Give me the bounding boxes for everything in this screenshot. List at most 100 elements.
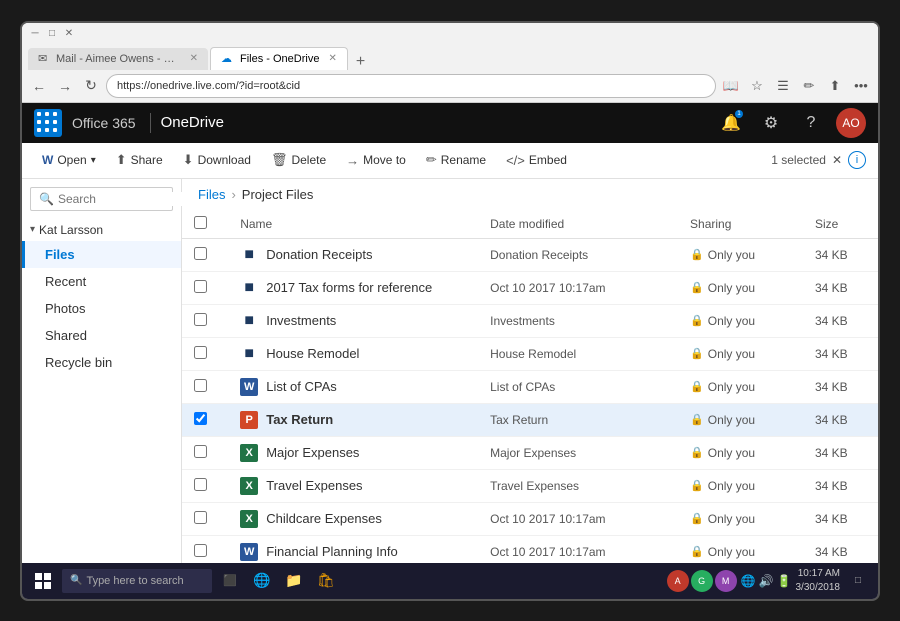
table-row[interactable]: ■ 2017 Tax forms for reference Oct 10 20… [182, 271, 878, 304]
row-date-cell: Oct 10 2017 10:17am [478, 502, 678, 535]
download-button[interactable]: ⬇ Download [175, 148, 259, 172]
sharing-text: Only you [708, 479, 755, 493]
forward-button[interactable]: → [54, 75, 76, 97]
open-button[interactable]: W Open ▾ [34, 149, 104, 171]
row-checkbox[interactable] [194, 280, 207, 293]
table-row[interactable]: ■ House Remodel House Remodel 🔒 Only you… [182, 337, 878, 370]
row-checkbox[interactable] [194, 511, 207, 524]
breadcrumb-current: Project Files [242, 187, 314, 202]
table-row[interactable]: X Major Expenses Major Expenses 🔒 Only y… [182, 436, 878, 469]
info-button[interactable]: i [848, 151, 866, 169]
sharing-text: Only you [708, 512, 755, 526]
sidebar-item-files[interactable]: Files [22, 241, 181, 268]
row-checkbox[interactable] [194, 346, 207, 359]
sidebar: 🔍 ▾ Kat Larsson Files Recent Photos Sh [22, 179, 182, 563]
browser-tab-onedrive[interactable]: ☁ Files - OneDrive ✕ [210, 47, 348, 70]
store-icon[interactable]: 🛍 [312, 567, 340, 595]
notes-button[interactable]: ✏ [798, 75, 820, 97]
app-launcher-button[interactable] [34, 109, 62, 137]
toolbar: W Open ▾ ⬆ Share ⬇ Download 🗑 Delete → M… [22, 143, 878, 179]
folder-icon[interactable]: 📁 [280, 567, 308, 595]
maximize-button[interactable]: □ [45, 27, 59, 41]
lock-icon: 🔒 [690, 479, 704, 492]
selected-info: 1 selected ✕ i [771, 151, 866, 169]
taskbar-clock: 10:17 AM 3/30/2018 [796, 567, 841, 595]
table-row[interactable]: ■ Investments Investments 🔒 Only you 34 … [182, 304, 878, 337]
reading-view-button[interactable]: 📖 [720, 75, 742, 97]
row-checkbox[interactable] [194, 478, 207, 491]
row-checkbox[interactable] [194, 379, 207, 392]
taskbar-search[interactable]: 🔍 Type here to search [62, 569, 212, 593]
sidebar-item-shared[interactable]: Shared [22, 322, 181, 349]
battery-icon: 🔋 [777, 574, 792, 588]
browser-top-bar: ─ □ ✕ [22, 23, 878, 45]
taskbar-sys-icons: 🌐 🔊 🔋 [741, 574, 792, 588]
show-desktop-button[interactable]: □ [844, 567, 872, 595]
address-input[interactable] [106, 74, 716, 98]
table-row[interactable]: W List of CPAs List of CPAs 🔒 Only you 3… [182, 370, 878, 403]
minimize-button[interactable]: ─ [28, 27, 42, 41]
file-type-icon: ■ [240, 246, 258, 264]
hub-button[interactable]: ☰ [772, 75, 794, 97]
row-sharing-cell: 🔒 Only you [678, 469, 803, 502]
lock-icon: 🔒 [690, 545, 704, 558]
browser-tab-mail[interactable]: ✉ Mail - Aimee Owens - Out... ✕ [28, 48, 208, 70]
onedrive-tab-close[interactable]: ✕ [328, 53, 336, 64]
row-checkbox[interactable] [194, 445, 207, 458]
row-date-cell: Major Expenses [478, 436, 678, 469]
edge-icon[interactable]: 🌐 [248, 567, 276, 595]
task-view-button[interactable]: ⬛ [216, 567, 244, 595]
settings-button[interactable]: ⚙ [756, 108, 786, 138]
mail-favicon: ✉ [38, 52, 51, 66]
table-row[interactable]: W Financial Planning Info Oct 10 2017 10… [182, 535, 878, 563]
lock-icon: 🔒 [690, 413, 704, 426]
browser-actions: 📖 ☆ ☰ ✏ ⬆ ••• [720, 75, 872, 97]
table-row[interactable]: P Tax Return Tax Return 🔒 Only you 34 KB [182, 403, 878, 436]
table-row[interactable]: X Childcare Expenses Oct 10 2017 10:17am… [182, 502, 878, 535]
col-date[interactable]: Date modified [478, 210, 678, 239]
breadcrumb-files-link[interactable]: Files [198, 187, 225, 202]
help-button[interactable]: ? [796, 108, 826, 138]
select-all-checkbox[interactable] [194, 216, 207, 229]
row-name-cell: ■ House Remodel [228, 337, 478, 370]
refresh-button[interactable]: ↻ [80, 75, 102, 97]
notification-button[interactable]: 🔔 1 [716, 108, 746, 138]
search-bar[interactable]: 🔍 [30, 187, 173, 211]
move-icon: → [346, 153, 359, 168]
share-button[interactable]: ⬆ Share [108, 148, 171, 172]
new-tab-button[interactable]: + [350, 54, 371, 70]
embed-button[interactable]: </> Embed [498, 149, 575, 172]
rename-button[interactable]: ✏ Rename [418, 148, 494, 172]
mail-tab-close[interactable]: ✕ [190, 53, 198, 64]
more-button[interactable]: ••• [850, 75, 872, 97]
grid-dots-icon [37, 112, 59, 134]
share-button[interactable]: ⬆ [824, 75, 846, 97]
row-checkbox[interactable] [194, 247, 207, 260]
back-button[interactable]: ← [28, 75, 50, 97]
lock-icon: 🔒 [690, 314, 704, 327]
table-row[interactable]: X Travel Expenses Travel Expenses 🔒 Only… [182, 469, 878, 502]
row-checkbox[interactable] [194, 313, 207, 326]
sidebar-item-recycle[interactable]: Recycle bin [22, 349, 181, 376]
user-section-header[interactable]: ▾ Kat Larsson [22, 219, 181, 241]
row-checkbox[interactable] [194, 412, 207, 425]
favorites-button[interactable]: ☆ [746, 75, 768, 97]
lock-icon: 🔒 [690, 380, 704, 393]
sharing-text: Only you [708, 314, 755, 328]
col-name[interactable]: Name [228, 210, 478, 239]
close-button[interactable]: ✕ [62, 27, 76, 41]
user-avatar[interactable]: AO [836, 108, 866, 138]
start-button[interactable] [28, 566, 58, 596]
row-date-cell: House Remodel [478, 337, 678, 370]
col-size[interactable]: Size [803, 210, 878, 239]
delete-button[interactable]: 🗑 Delete [263, 148, 334, 172]
file-name: Travel Expenses [266, 478, 362, 493]
row-checkbox[interactable] [194, 544, 207, 557]
close-selection-icon[interactable]: ✕ [832, 153, 842, 167]
taskbar-date: 3/30/2018 [796, 581, 841, 595]
move-to-button[interactable]: → Move to [338, 149, 414, 172]
table-row[interactable]: ■ Donation Receipts Donation Receipts 🔒 … [182, 238, 878, 271]
sidebar-item-photos[interactable]: Photos [22, 295, 181, 322]
col-sharing[interactable]: Sharing [678, 210, 803, 239]
sidebar-item-recent[interactable]: Recent [22, 268, 181, 295]
